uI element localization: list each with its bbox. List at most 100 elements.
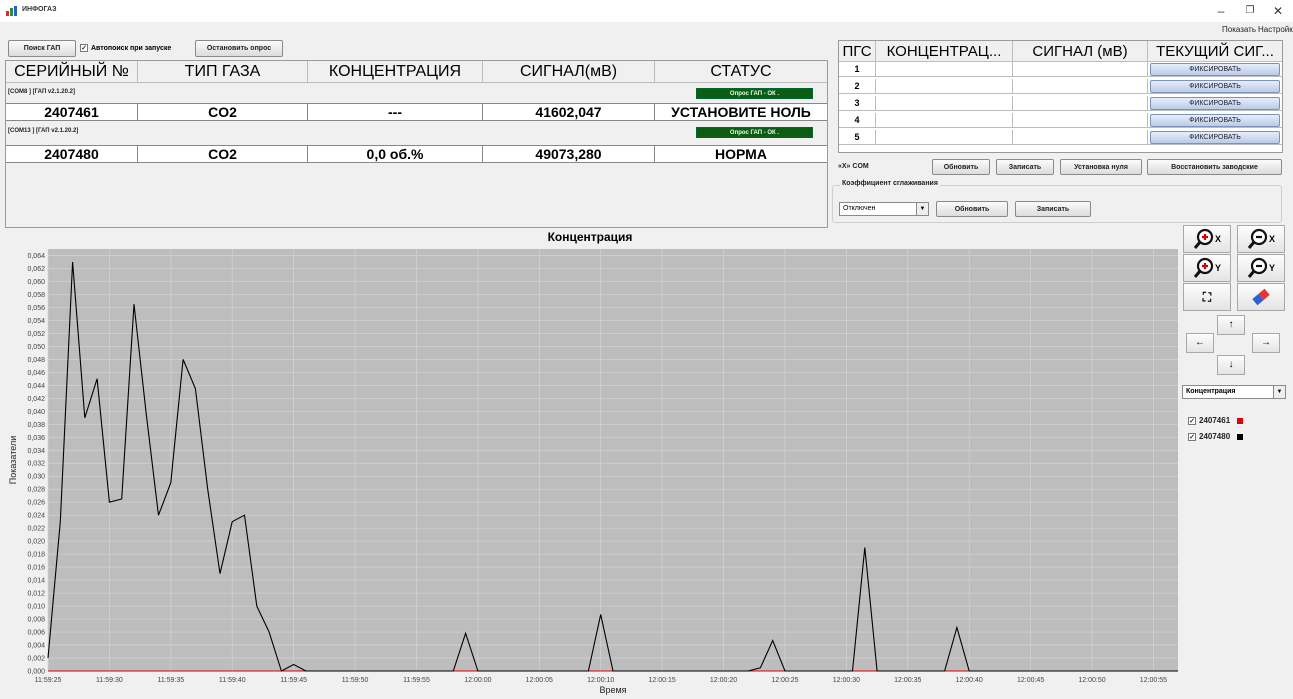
legend-item[interactable]: ✓ 2407480 bbox=[1188, 432, 1244, 441]
y-tick-label: 0,046 bbox=[27, 370, 45, 377]
col-header-status[interactable]: СТАТУС bbox=[655, 61, 827, 83]
table-row[interactable]: 2407461 CO2 --- 41602,047 УСТАНОВИТЕ НОЛ… bbox=[6, 103, 827, 121]
zoom-out-y-button[interactable]: Y bbox=[1237, 254, 1285, 282]
y-tick-label: 0,020 bbox=[27, 539, 45, 546]
pgs-signal-cell[interactable] bbox=[1013, 79, 1148, 94]
fix-button[interactable]: ФИКСИРОВАТЬ bbox=[1150, 80, 1280, 93]
minimize-icon[interactable]: – bbox=[1211, 2, 1231, 20]
legend-swatch bbox=[1237, 417, 1244, 424]
pgs-concentration-cell[interactable] bbox=[876, 96, 1013, 111]
x-tick-label: 11:59:35 bbox=[157, 677, 184, 684]
pgs-concentration-cell[interactable] bbox=[876, 113, 1013, 128]
x-tick-label: 11:59:45 bbox=[280, 677, 307, 684]
status-cell: УСТАНОВИТЕ НОЛЬ bbox=[671, 104, 811, 120]
chevron-down-icon[interactable]: ▼ bbox=[916, 203, 928, 215]
restore-defaults-button[interactable]: Восстановить заводские bbox=[1147, 159, 1282, 175]
write-button[interactable]: Записать bbox=[996, 159, 1054, 175]
serial-cell: 2407461 bbox=[6, 104, 138, 120]
serial-cell: 2407480 bbox=[6, 146, 138, 162]
pgs-row[interactable]: 4 ФИКСИРОВАТЬ bbox=[839, 113, 1282, 128]
y-tick-label: 0,042 bbox=[27, 396, 45, 403]
col-header-gas[interactable]: ТИП ГАЗА bbox=[138, 61, 308, 83]
fix-button[interactable]: ФИКСИРОВАТЬ bbox=[1150, 114, 1280, 127]
fix-button[interactable]: ФИКСИРОВАТЬ bbox=[1150, 131, 1280, 144]
metric-select[interactable]: Концентрация ▼ bbox=[1182, 385, 1286, 399]
smoothing-select[interactable]: Отключен ▼ bbox=[839, 202, 929, 216]
col-header-signal[interactable]: СИГНАЛ(мВ) bbox=[483, 61, 655, 83]
pgs-signal-cell[interactable] bbox=[1013, 62, 1148, 77]
fit-view-button[interactable]: ⛶ bbox=[1183, 283, 1231, 311]
zoom-in-x-button[interactable]: X bbox=[1183, 225, 1231, 253]
pgs-col-header-signal[interactable]: СИГНАЛ (мВ) bbox=[1013, 41, 1148, 62]
axis-label: Y bbox=[1268, 263, 1275, 273]
x-tick-label: 11:59:25 bbox=[35, 677, 62, 684]
eraser-button[interactable] bbox=[1237, 283, 1285, 311]
legend-item[interactable]: ✓ 2407461 bbox=[1188, 416, 1244, 425]
pgs-col-header-concentration[interactable]: КОНЦЕНТРАЦ... bbox=[876, 41, 1013, 62]
title-bar bbox=[0, 0, 1293, 22]
y-tick-label: 0,000 bbox=[27, 669, 45, 676]
device-group-label: [COM8 ] [ГАП v2.1.20.2] bbox=[8, 89, 75, 95]
gas-cell: CO2 bbox=[138, 104, 308, 120]
x-tick-label: 12:00:35 bbox=[894, 677, 921, 684]
y-tick-label: 0,064 bbox=[27, 253, 45, 260]
device-table: СЕРИЙНЫЙ № ТИП ГАЗА КОНЦЕНТРАЦИЯ СИГНАЛ(… bbox=[5, 60, 828, 228]
maximize-icon[interactable]: ❐ bbox=[1240, 2, 1260, 20]
pgs-concentration-cell[interactable] bbox=[876, 62, 1013, 77]
pgs-signal-cell[interactable] bbox=[1013, 96, 1148, 111]
autosearch-option[interactable]: ✓ Автопоиск при запуске bbox=[80, 44, 171, 52]
zoom-in-y-button[interactable]: Y bbox=[1183, 254, 1231, 282]
search-gap-button[interactable]: Поиск ГАП bbox=[8, 40, 76, 57]
y-tick-label: 0,036 bbox=[27, 435, 45, 442]
chevron-down-icon[interactable]: ▼ bbox=[1273, 386, 1285, 398]
x-tick-label: 12:00:20 bbox=[710, 677, 737, 684]
pgs-concentration-cell[interactable] bbox=[876, 130, 1013, 145]
axis-label: X bbox=[1214, 234, 1221, 244]
legend-checkbox[interactable]: ✓ bbox=[1188, 432, 1196, 441]
x-tick-label: 12:00:00 bbox=[464, 677, 491, 684]
y-tick-label: 0,002 bbox=[27, 656, 45, 663]
y-tick-label: 0,034 bbox=[27, 448, 45, 455]
menu-show[interactable]: Показать bbox=[1222, 25, 1256, 34]
signal-cell: 41602,047 bbox=[483, 104, 655, 120]
y-tick-label: 0,028 bbox=[27, 487, 45, 494]
col-header-serial[interactable]: СЕРИЙНЫЙ № bbox=[6, 61, 138, 83]
pgs-row[interactable]: 5 ФИКСИРОВАТЬ bbox=[839, 130, 1282, 145]
smoothing-title: Коэффициент сглаживания bbox=[840, 180, 940, 187]
concentration-chart[interactable]: 0,000 0,002 0,004 0,006 0,008 0,010 0,012 0,014… bbox=[0, 243, 1180, 699]
pgs-col-header-current-signal[interactable]: ТЕКУЩИЙ СИГ... bbox=[1148, 41, 1282, 62]
y-tick-label: 0,044 bbox=[27, 383, 45, 390]
fix-button[interactable]: ФИКСИРОВАТЬ bbox=[1150, 63, 1280, 76]
fix-button[interactable]: ФИКСИРОВАТЬ bbox=[1150, 97, 1280, 110]
pgs-row[interactable]: 1 ФИКСИРОВАТЬ bbox=[839, 62, 1282, 77]
menu-settings[interactable]: Настройки bbox=[1258, 25, 1293, 34]
autosearch-label: Автопоиск при запуске bbox=[91, 44, 172, 52]
pgs-col-header-pgs[interactable]: ПГС bbox=[839, 41, 876, 62]
stop-poll-button[interactable]: Остановить опрос bbox=[195, 40, 283, 57]
pgs-row[interactable]: 2 ФИКСИРОВАТЬ bbox=[839, 79, 1282, 94]
pgs-signal-cell[interactable] bbox=[1013, 113, 1148, 128]
autosearch-checkbox[interactable]: ✓ bbox=[80, 44, 88, 52]
pan-right-button[interactable]: → bbox=[1252, 333, 1280, 353]
x-tick-label: 12:00:05 bbox=[526, 677, 553, 684]
col-header-concentration[interactable]: КОНЦЕНТРАЦИЯ bbox=[308, 61, 483, 83]
zoom-out-x-button[interactable]: X bbox=[1237, 225, 1285, 253]
y-tick-label: 0,026 bbox=[27, 500, 45, 507]
table-row[interactable]: 2407480 CO2 0,0 об.% 49073,280 НОРМА bbox=[6, 145, 827, 163]
refresh-button[interactable]: Обновить bbox=[932, 159, 990, 175]
smoothing-write-button[interactable]: Записать bbox=[1015, 201, 1091, 217]
pgs-signal-cell[interactable] bbox=[1013, 130, 1148, 145]
close-icon[interactable]: ✕ bbox=[1268, 2, 1288, 20]
y-tick-label: 0,008 bbox=[27, 617, 45, 624]
pgs-concentration-cell[interactable] bbox=[876, 79, 1013, 94]
pgs-row[interactable]: 3 ФИКСИРОВАТЬ bbox=[839, 96, 1282, 111]
pgs-number: 5 bbox=[839, 130, 876, 145]
pan-up-button[interactable]: ↑ bbox=[1217, 315, 1245, 335]
pan-left-button[interactable]: ← bbox=[1186, 333, 1214, 353]
zoom-out-icon bbox=[1247, 257, 1268, 278]
pan-down-button[interactable]: ↓ bbox=[1217, 355, 1245, 375]
smoothing-refresh-button[interactable]: Обновить bbox=[936, 201, 1008, 217]
zero-set-button[interactable]: Установка нуля bbox=[1060, 159, 1142, 175]
legend-checkbox[interactable]: ✓ bbox=[1188, 416, 1196, 425]
y-tick-label: 0,012 bbox=[27, 591, 45, 598]
